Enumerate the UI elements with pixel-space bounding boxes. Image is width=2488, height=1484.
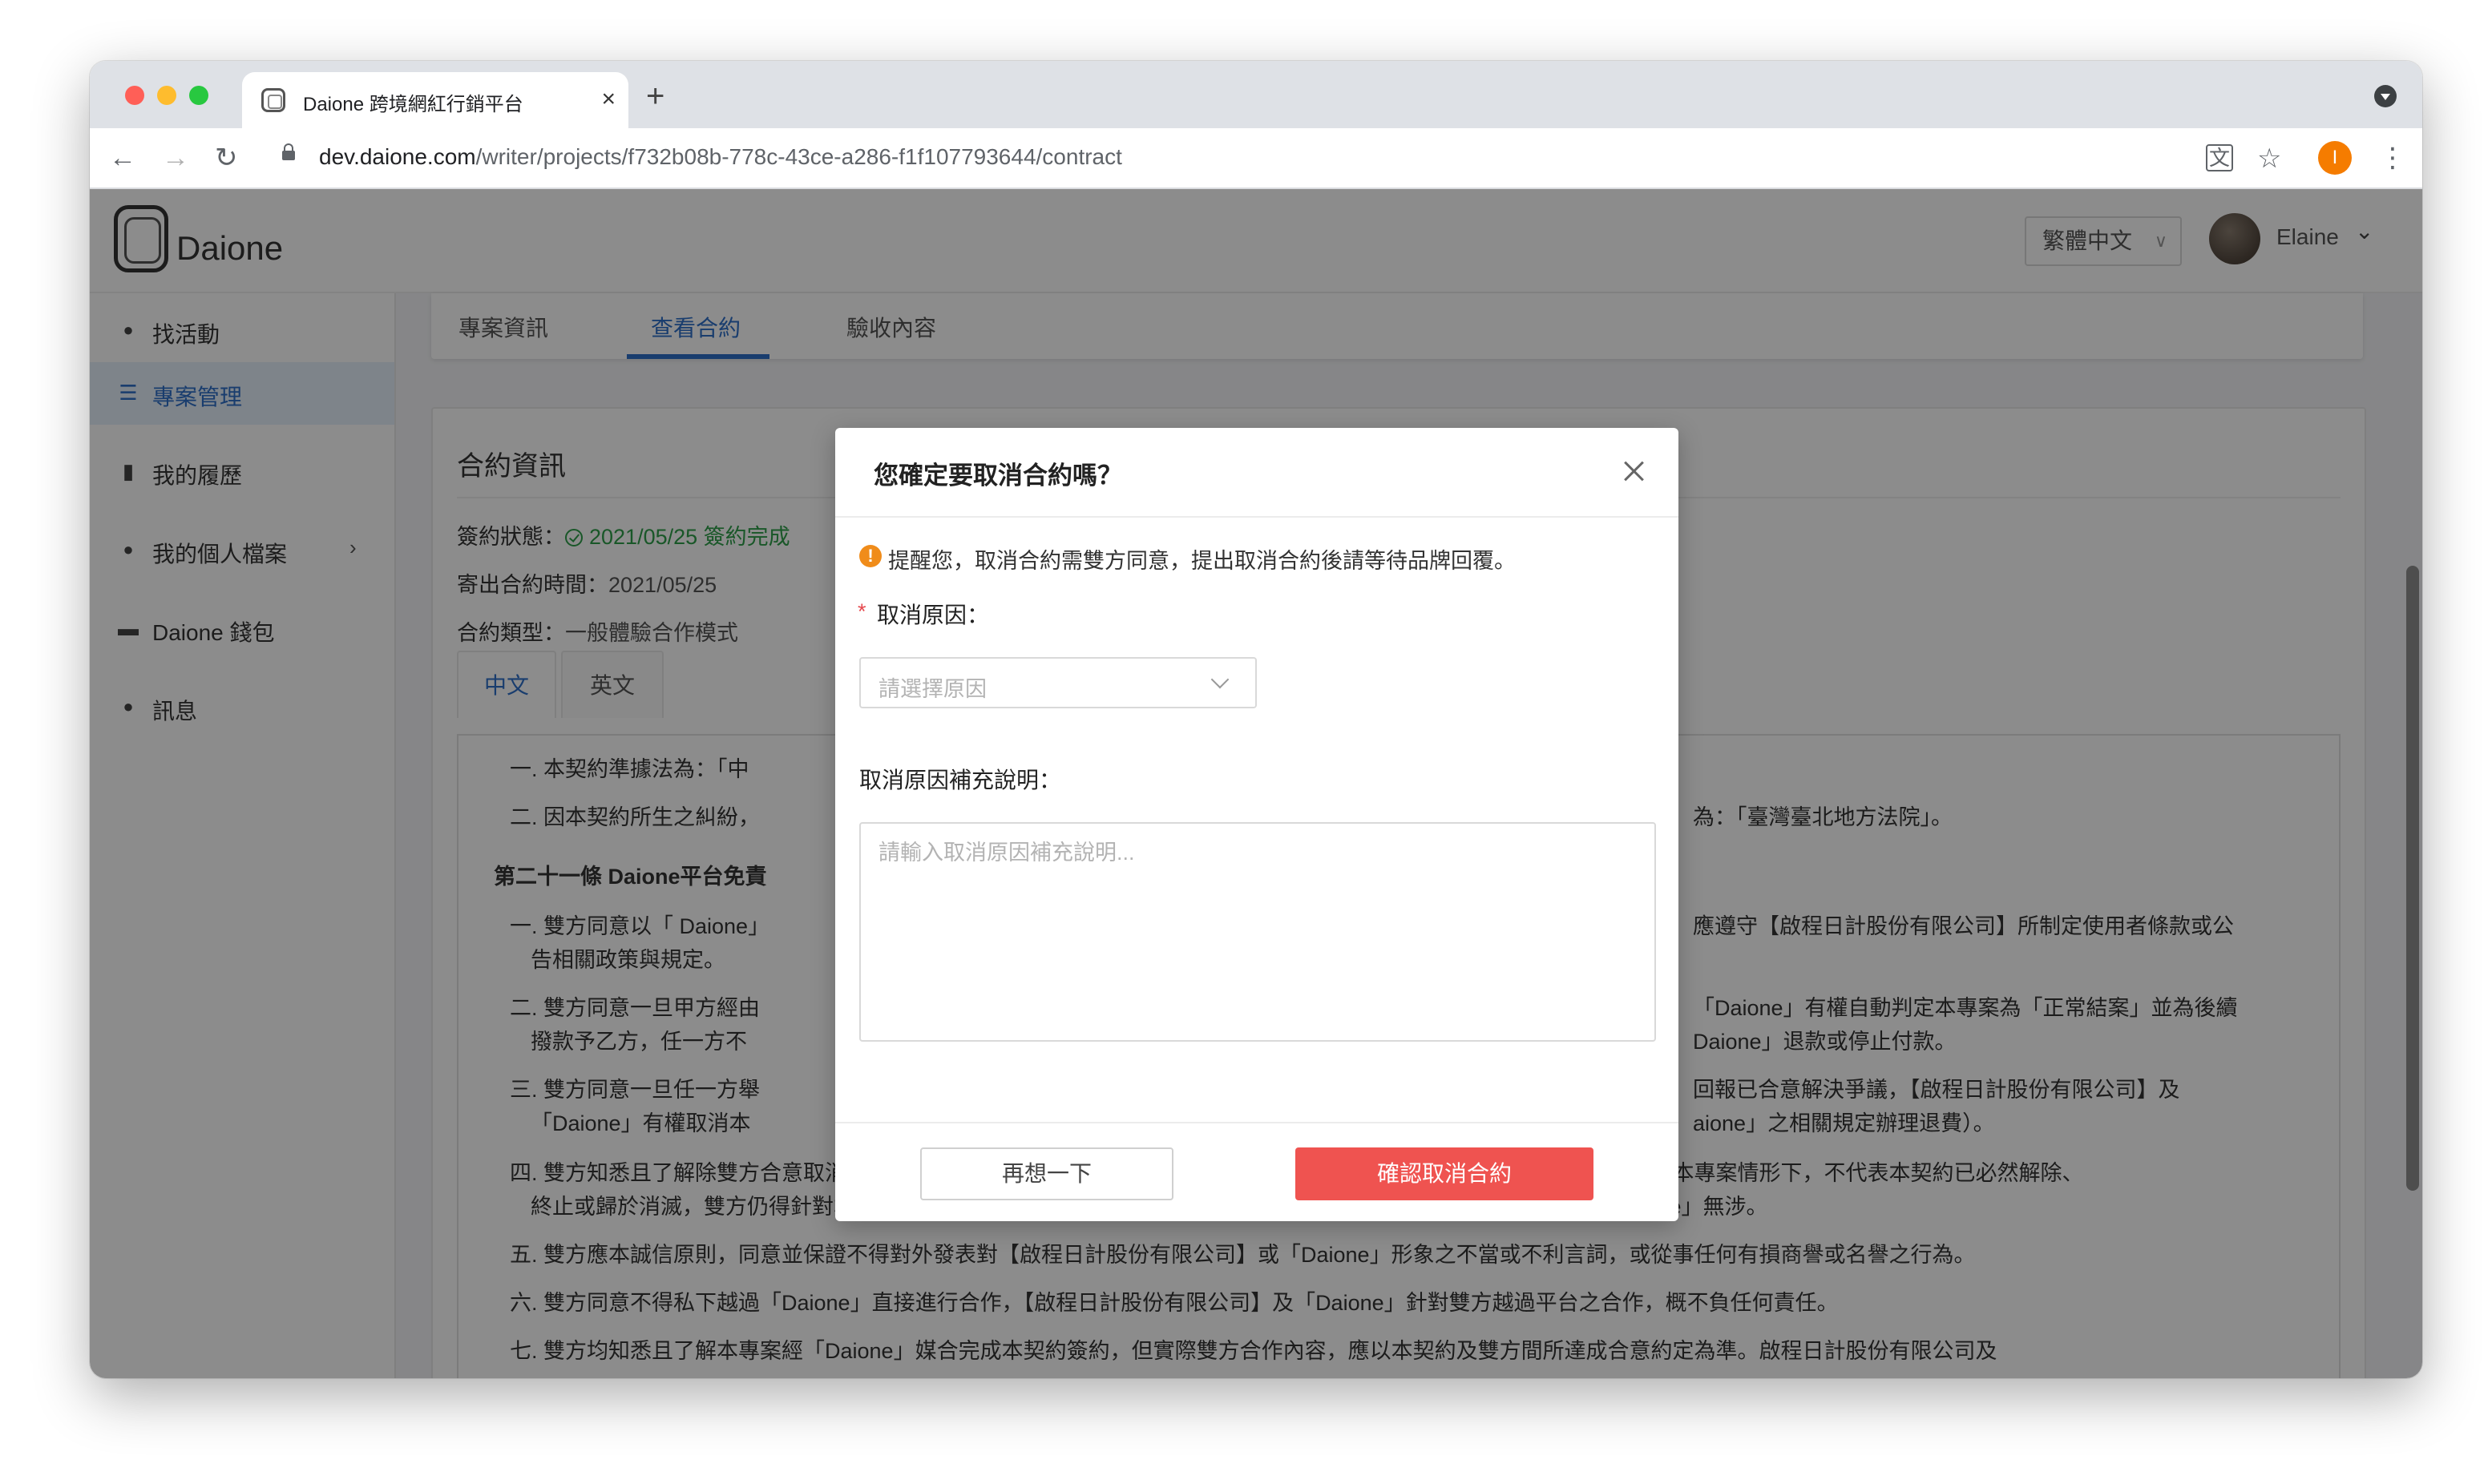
browser-tab[interactable]: Daione 跨境網紅行銷平台 × bbox=[242, 72, 628, 128]
new-tab-icon[interactable]: + bbox=[646, 80, 664, 112]
maximize-window-icon[interactable] bbox=[189, 86, 208, 105]
browser-menu-icon[interactable]: ⋮ bbox=[2379, 138, 2406, 178]
required-asterisk: * bbox=[858, 599, 866, 623]
translate-icon[interactable]: 文 bbox=[2206, 144, 2233, 171]
chevron-down-icon bbox=[1210, 670, 1230, 689]
tab-close-icon[interactable]: × bbox=[601, 83, 616, 115]
modal-title: 您確定要取消合約嗎？ bbox=[874, 462, 1122, 490]
modal-header-divider bbox=[835, 516, 1678, 518]
forward-icon[interactable]: → bbox=[162, 138, 189, 178]
reason-placeholder: 請選擇原因 bbox=[878, 677, 987, 701]
close-window-icon[interactable] bbox=[125, 86, 144, 105]
close-icon[interactable] bbox=[1622, 460, 1645, 482]
url-path: /writer/projects/f732b08b-778c-43ce-a286… bbox=[475, 144, 1122, 169]
tab-title: Daione 跨境網紅行銷平台 bbox=[303, 94, 523, 115]
daione-favicon-icon bbox=[261, 88, 285, 112]
note-textarea[interactable] bbox=[859, 822, 1656, 1042]
reason-label: 取消原因： bbox=[877, 603, 990, 627]
note-label: 取消原因補充說明： bbox=[859, 768, 1062, 792]
cancel-button[interactable]: 再想一下 bbox=[920, 1147, 1173, 1200]
lock-icon[interactable] bbox=[282, 143, 295, 160]
url-host: dev.daione.com bbox=[319, 144, 476, 169]
modal-footer-divider bbox=[835, 1122, 1678, 1123]
warning-message: 提醒您，取消合約需雙方同意，提出取消合約後請等待品牌回覆。 bbox=[888, 549, 1516, 573]
cancel-contract-modal: 您確定要取消合約嗎？ ! 提醒您，取消合約需雙方同意，提出取消合約後請等待品牌回… bbox=[835, 428, 1678, 1221]
back-icon[interactable]: ← bbox=[109, 138, 136, 178]
bookmark-star-icon[interactable]: ☆ bbox=[2257, 143, 2281, 175]
exclamation-circle-icon: ! bbox=[859, 545, 882, 567]
browser-window: Daione 跨境網紅行銷平台 × + ← → ↻ dev.daione.com… bbox=[90, 61, 2422, 1378]
minimize-window-icon[interactable] bbox=[157, 86, 176, 105]
address-bar[interactable]: dev.daione.com/writer/projects/f732b08b-… bbox=[319, 144, 1122, 170]
browser-tab-strip: Daione 跨境網紅行銷平台 × + bbox=[90, 61, 2422, 128]
browser-profile-avatar[interactable]: I bbox=[2318, 141, 2352, 175]
reason-select[interactable]: 請選擇原因 bbox=[859, 657, 1257, 708]
browser-toolbar: ← → ↻ dev.daione.com/writer/projects/f73… bbox=[90, 128, 2422, 189]
reload-icon[interactable]: ↻ bbox=[215, 138, 238, 178]
confirm-cancel-contract-button[interactable]: 確認取消合約 bbox=[1295, 1147, 1593, 1200]
tab-search-icon[interactable] bbox=[2374, 85, 2397, 107]
app-root: Daione 繁體中文 ∨ Elaine ⌄ ● 找活動 ☰ 專案管理 ▮ 我的履… bbox=[90, 189, 2422, 1378]
